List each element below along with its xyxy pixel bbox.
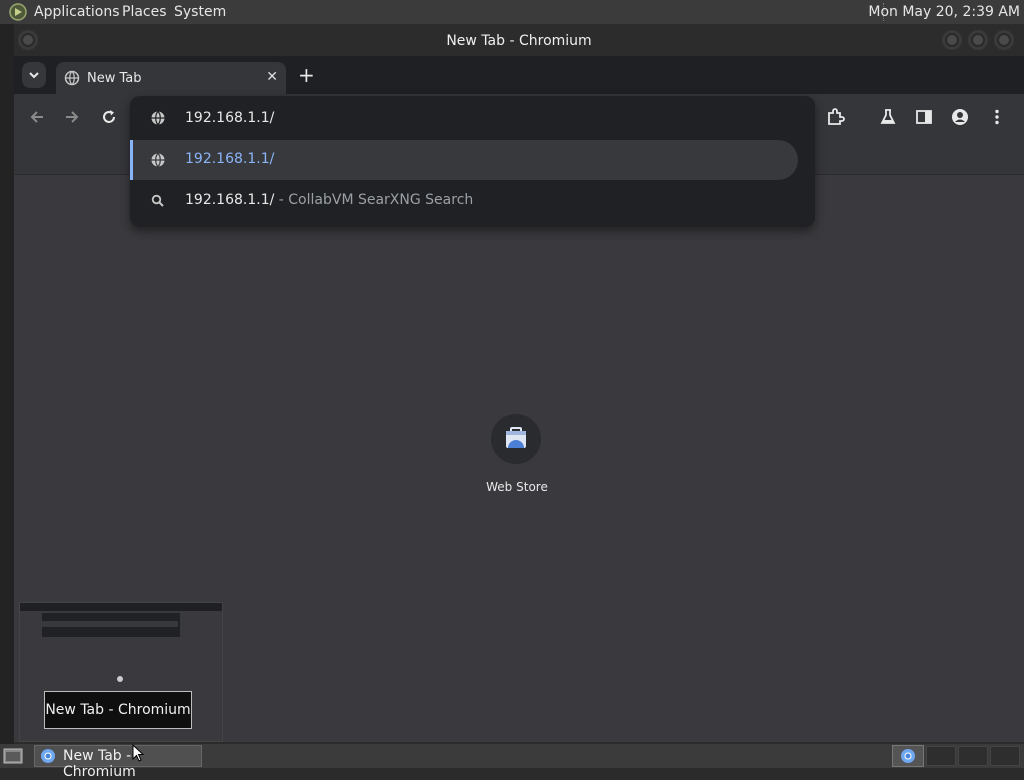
workspace-1[interactable] xyxy=(926,746,956,766)
selection-indicator xyxy=(130,140,133,180)
back-icon[interactable] xyxy=(27,107,47,127)
web-store-icon xyxy=(506,427,526,448)
gnome-foot-icon[interactable] xyxy=(9,3,27,21)
web-store-label[interactable]: Web Store xyxy=(467,480,567,494)
web-store-shortcut[interactable] xyxy=(491,414,541,464)
new-tab-button[interactable]: + xyxy=(298,65,315,85)
chromium-tray-icon xyxy=(901,749,915,763)
tray-chromium[interactable] xyxy=(892,745,924,767)
chevron-down-icon xyxy=(29,72,39,79)
chromium-icon xyxy=(40,748,56,764)
clock[interactable]: Mon May 20, 2:39 AM xyxy=(868,4,1020,20)
menu-places[interactable]: Places xyxy=(122,4,167,20)
labs-icon[interactable] xyxy=(878,107,898,127)
forward-icon[interactable] xyxy=(62,107,82,127)
workspace-3[interactable] xyxy=(990,746,1020,766)
omnibox-dropdown: 192.168.1.1/ 192.168.1.1/ 192.168.1.1/ -… xyxy=(130,96,815,227)
tab-search-button[interactable] xyxy=(22,62,46,88)
close-tab-icon[interactable]: ✕ xyxy=(266,69,278,85)
desktop-edge xyxy=(0,24,14,744)
tab-strip: New Tab ✕ + xyxy=(14,56,1024,94)
top-panel: Applications Places System Mon May 20, 2… xyxy=(0,0,1024,24)
taskbar-item-chromium[interactable]: New Tab - Chromium xyxy=(34,745,202,780)
suggestion-search-description: - CollabVM SearXNG Search xyxy=(274,192,474,208)
menu-applications[interactable]: Applications xyxy=(34,4,120,20)
profile-icon[interactable] xyxy=(950,107,970,127)
menu-kebab-icon[interactable] xyxy=(987,107,1007,127)
close-window-button[interactable] xyxy=(994,30,1014,50)
suggestion-url: 192.168.1.1/ xyxy=(185,151,275,167)
globe-icon xyxy=(150,152,166,168)
suggestion-selected[interactable]: 192.168.1.1/ xyxy=(130,140,798,180)
suggestion-search[interactable]: 192.168.1.1/ - CollabVM SearXNG Search xyxy=(185,192,473,208)
globe-icon xyxy=(64,70,80,86)
menu-system[interactable]: System xyxy=(174,4,226,20)
omnibox-input[interactable]: 192.168.1.1/ xyxy=(185,110,274,126)
extensions-icon[interactable] xyxy=(825,107,845,127)
maximize-button[interactable] xyxy=(968,30,988,50)
window-titlebar[interactable]: New Tab - Chromium xyxy=(14,24,1024,56)
window-title: New Tab - Chromium xyxy=(446,33,592,49)
side-panel-icon[interactable] xyxy=(914,107,934,127)
mouse-cursor xyxy=(132,744,144,762)
tab-label: New Tab xyxy=(87,71,142,86)
reload-icon[interactable] xyxy=(99,107,119,127)
minimize-button[interactable] xyxy=(942,30,962,50)
taskbar-tooltip: New Tab - Chromium xyxy=(44,691,192,729)
globe-icon xyxy=(150,110,166,126)
suggestion-search-query: 192.168.1.1/ xyxy=(185,192,275,208)
bottom-panel: New Tab - Chromium xyxy=(0,744,1024,780)
tab-new-tab[interactable]: New Tab ✕ xyxy=(56,62,286,94)
show-desktop-icon[interactable] xyxy=(3,748,23,764)
search-icon xyxy=(150,193,166,209)
workspace-2[interactable] xyxy=(958,746,988,766)
